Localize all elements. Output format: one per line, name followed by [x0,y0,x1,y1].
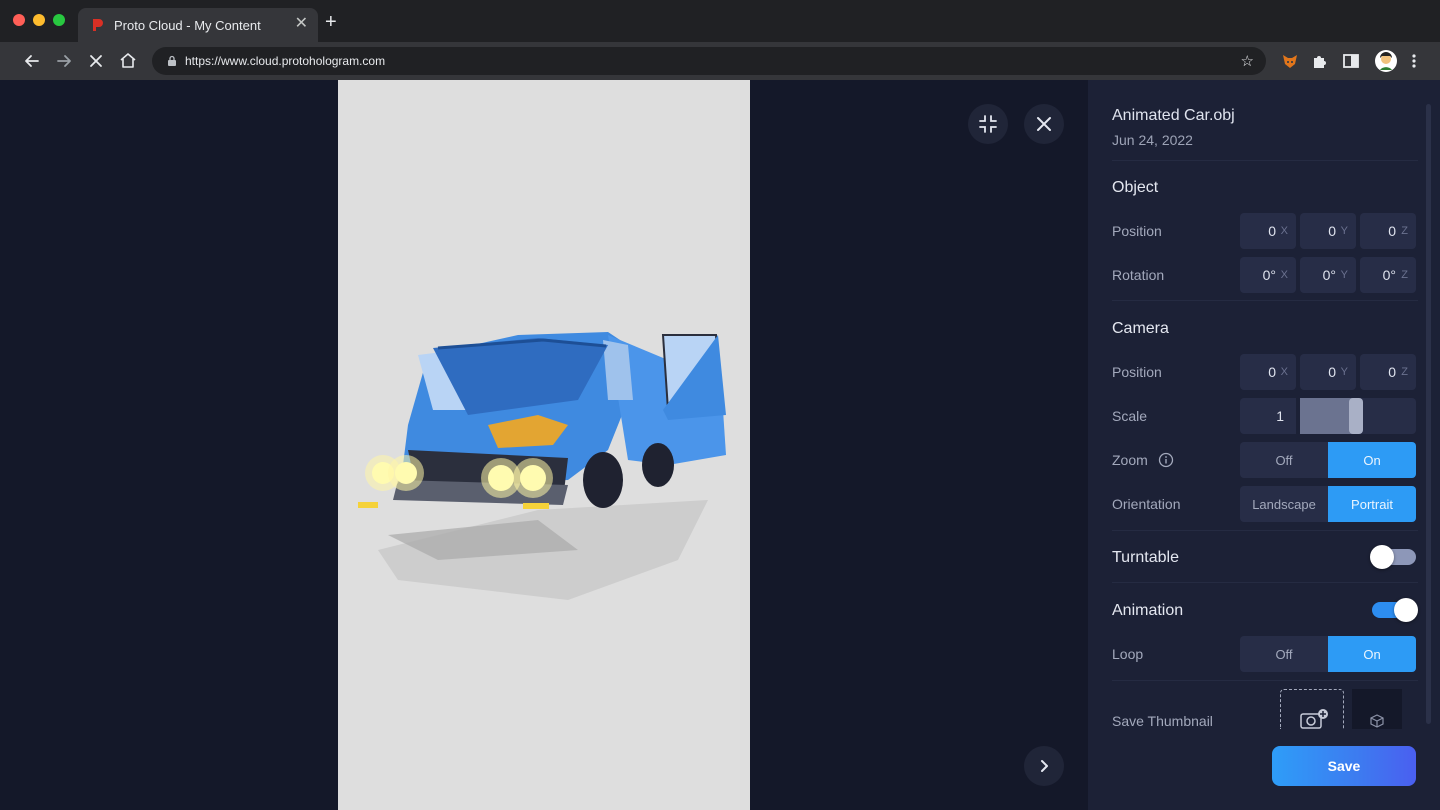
turntable-label: Turntable [1112,549,1179,566]
camera-position-z-field[interactable]: 0 Z [1360,354,1416,390]
loop-off-option[interactable]: Off [1240,636,1328,672]
object-position-x-field[interactable]: 0 X [1240,213,1296,249]
address-bar[interactable]: https://www.cloud.protohologram.com ☆ [152,47,1266,75]
zoom-off-option[interactable]: Off [1240,442,1328,478]
toggle-knob [1394,598,1418,622]
close-viewer-button[interactable] [1024,104,1064,144]
divider [1112,160,1418,161]
chevron-right-icon [1041,760,1048,772]
camera-add-icon [1300,709,1328,729]
scale-slider-fill [1300,398,1356,434]
browser-tab[interactable]: Proto Cloud - My Content ✕ [78,8,318,42]
object-rotation-y-field[interactable]: 0° Y [1300,257,1356,293]
new-tab-button[interactable]: + [325,12,337,32]
lock-icon [168,55,176,66]
minimize-window-button[interactable] [33,14,45,26]
profile-avatar[interactable] [1375,50,1397,72]
animation-toggle[interactable] [1372,598,1418,622]
object-position-y-field[interactable]: 0 Y [1300,213,1356,249]
object-rotation-label: Rotation [1112,267,1165,283]
object-rotation-z-field[interactable]: 0° Z [1360,257,1416,293]
object-rotation-x-field[interactable]: 0° X [1240,257,1296,293]
url-text: https://www.cloud.protohologram.com [185,54,386,68]
divider [1112,582,1418,583]
camera-scale-label: Scale [1112,408,1148,424]
camera-scale-slider[interactable] [1300,398,1416,434]
properties-panel: Animated Car.obj Jun 24, 2022 Object Pos… [1088,80,1440,810]
browser-tab-bar: Proto Cloud - My Content ✕ + [0,0,1440,42]
bookmark-star-icon[interactable]: ☆ [1241,52,1254,70]
cube-icon [1370,714,1384,728]
model-preview-canvas[interactable] [338,80,750,810]
fox-extension-icon[interactable] [1280,51,1300,71]
zoom-on-option[interactable]: On [1328,442,1416,478]
save-button[interactable]: Save [1272,746,1416,786]
divider [1112,300,1418,301]
camera-position-x-field[interactable]: 0 X [1240,354,1296,390]
turntable-toggle[interactable] [1370,545,1416,569]
file-name: Animated Car.obj [1112,107,1235,124]
forward-arrow-icon[interactable] [54,51,74,71]
animation-label: Animation [1112,602,1184,619]
object-position-z-field[interactable]: 0 Z [1360,213,1416,249]
file-date: Jun 24, 2022 [1112,132,1193,148]
info-icon[interactable] [1158,452,1174,468]
thumbnail-preview[interactable] [1352,689,1402,729]
save-thumbnail-label: Save Thumbnail [1112,713,1213,729]
tab-title: Proto Cloud - My Content [114,18,261,33]
next-item-button[interactable] [1024,746,1064,786]
orientation-portrait-option[interactable]: Portrait [1328,486,1416,522]
exit-fullscreen-button[interactable] [968,104,1008,144]
more-menu-icon[interactable] [1404,51,1424,71]
side-panel-icon[interactable] [1341,51,1361,71]
close-icon [1037,117,1051,131]
camera-position-label: Position [1112,364,1162,380]
loop-label: Loop [1112,646,1144,662]
model-viewer [0,80,1088,810]
camera-position-y-field[interactable]: 0 Y [1300,354,1356,390]
divider [1112,680,1418,681]
toggle-knob [1370,545,1394,569]
proto-favicon-icon [93,19,103,31]
browser-toolbar: https://www.cloud.protohologram.com ☆ [0,42,1440,80]
camera-section-title: Camera [1112,320,1169,337]
camera-scale-field[interactable]: 1 [1240,398,1296,434]
object-position-label: Position [1112,223,1162,239]
orientation-landscape-option[interactable]: Landscape [1240,486,1328,522]
maximize-window-button[interactable] [53,14,65,26]
home-icon[interactable] [118,51,138,71]
scale-slider-thumb[interactable] [1349,398,1363,434]
stop-loading-icon[interactable] [86,51,106,71]
tab-close-icon[interactable]: ✕ [295,15,308,33]
capture-thumbnail-button[interactable] [1280,689,1344,729]
close-window-button[interactable] [13,14,25,26]
panel-scrollbar[interactable] [1426,104,1431,724]
camera-orientation-label: Orientation [1112,496,1181,512]
collapse-icon [979,115,997,133]
car-model-image [358,332,726,600]
object-section-title: Object [1112,179,1159,196]
camera-zoom-label: Zoom [1112,452,1148,468]
back-arrow-icon[interactable] [22,51,42,71]
divider [1112,530,1418,531]
extensions-puzzle-icon[interactable] [1310,51,1330,71]
loop-on-option[interactable]: On [1328,636,1416,672]
